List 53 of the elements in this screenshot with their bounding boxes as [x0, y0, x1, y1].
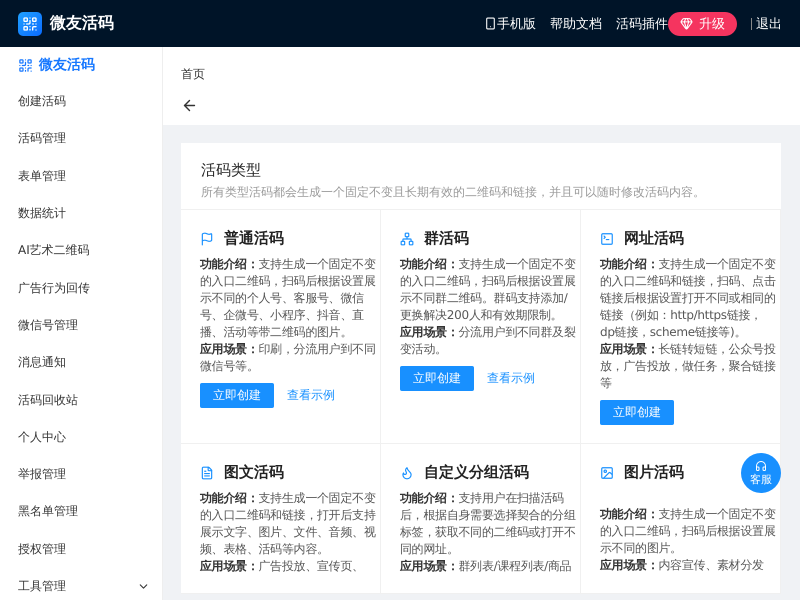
type-icon	[400, 466, 414, 480]
phone-icon	[484, 17, 497, 30]
sidebar-item[interactable]: 微信号管理	[0, 306, 162, 344]
type-title: 群活码	[424, 229, 469, 248]
upgrade-button[interactable]: 升级	[668, 12, 737, 36]
brand-name: 微友活码	[50, 13, 114, 34]
sidebar-item[interactable]: 活码回收站	[0, 381, 162, 419]
type-title: 自定义分组活码	[424, 463, 529, 482]
type-usage: 应用场景：长链转短链，公众号投放，广告投放，做任务，聚合链接等	[600, 341, 776, 392]
type-usage: 应用场景：印刷，分流用户到不同微信号等。	[200, 341, 376, 375]
sidebar-item[interactable]: 创建活码	[0, 83, 162, 120]
nav-link[interactable]: 手机版	[484, 14, 536, 32]
panel-subtitle: 所有类型活码都会生成一个固定不变且长期有效的二维码和链接，并且可以随时修改活码内容。	[201, 184, 706, 201]
type-usage: 应用场景：分流用户到不同群及裂变活动。	[400, 324, 576, 358]
type-icon	[200, 232, 214, 246]
sidebar-item[interactable]: 表单管理	[0, 158, 162, 195]
sidebar-item[interactable]: 消息通知	[0, 344, 162, 382]
type-icon	[600, 232, 614, 246]
type-usage: 应用场景：广告投放、宣传页、	[200, 558, 365, 575]
type-icon	[200, 466, 214, 480]
sidebar-item[interactable]: 黑名单管理	[0, 493, 162, 531]
sidebar-item[interactable]: 活码管理	[0, 120, 162, 158]
type-intro: 功能介绍：支持生成一个固定不变的入口二维码，扫码后根据设置展示不同的个人号、客服号、微信号、企微号、小程序、抖音、直播、活动等带二维码的图片。	[200, 256, 376, 341]
sidebar-item[interactable]: 举报管理	[0, 456, 162, 494]
type-icon	[400, 232, 414, 246]
type-title: 网址活码	[624, 229, 684, 248]
breadcrumb[interactable]: 首页	[181, 67, 205, 81]
type-title: 图文活码	[224, 463, 284, 482]
panel-title: 活码类型	[200, 160, 262, 181]
sidebar-item[interactable]: AI艺术二维码	[0, 232, 162, 270]
headset-icon	[755, 460, 767, 472]
type-intro: 功能介绍：支持生成一个固定不变的入口二维码，扫码后根据设置展示不同的图片。	[600, 506, 776, 557]
sidebar-item[interactable]: 数据统计	[0, 194, 162, 232]
qr-icon	[18, 58, 33, 72]
sidebar-item[interactable]: 广告行为回传	[0, 269, 162, 307]
sidebar-item[interactable]: 个人中心	[0, 418, 162, 456]
logout-link[interactable]: 退出	[756, 14, 782, 32]
nav-link[interactable]: 帮助文档	[550, 14, 602, 32]
type-usage: 应用场景：内容宣传、素材分发	[600, 557, 765, 574]
type-intro: 功能介绍：支持用户在扫描活码后，根据自身需要选择契合的分组标签，获取不同的二维码或打开不同的网址。	[400, 490, 576, 558]
type-intro: 功能介绍：支持生成一个固定不变的入口二维码，扫码后根据设置展示不同群二维码。群码支持添加/更换解决200人和有效期限制。	[400, 256, 576, 324]
type-usage: 应用场景：群列表/课程列表/商品	[400, 558, 572, 575]
sidebar-item[interactable]: 工具管理	[0, 568, 162, 600]
type-title: 普通活码	[224, 229, 284, 248]
nav-link[interactable]: 活码插件	[616, 14, 668, 32]
sidebar-brand: 微友活码	[39, 56, 95, 74]
sidebar-item[interactable]: 授权管理	[0, 530, 162, 568]
type-icon	[600, 466, 614, 480]
diamond-icon	[680, 17, 693, 30]
type-intro: 功能介绍：支持生成一个固定不变的入口二维码和链接，打开后支持展示文字、图片、文件、音频、视频、表格、活码等内容。	[200, 490, 376, 558]
type-title: 图片活码	[624, 463, 684, 482]
type-intro: 功能介绍：支持生成一个固定不变的入口二维码和链接，扫码、点击链接后根据设置打开不同或相同的链接（例如：http/https链接，dp链接，scheme链接等)。	[600, 256, 776, 341]
logo-icon	[18, 12, 42, 36]
